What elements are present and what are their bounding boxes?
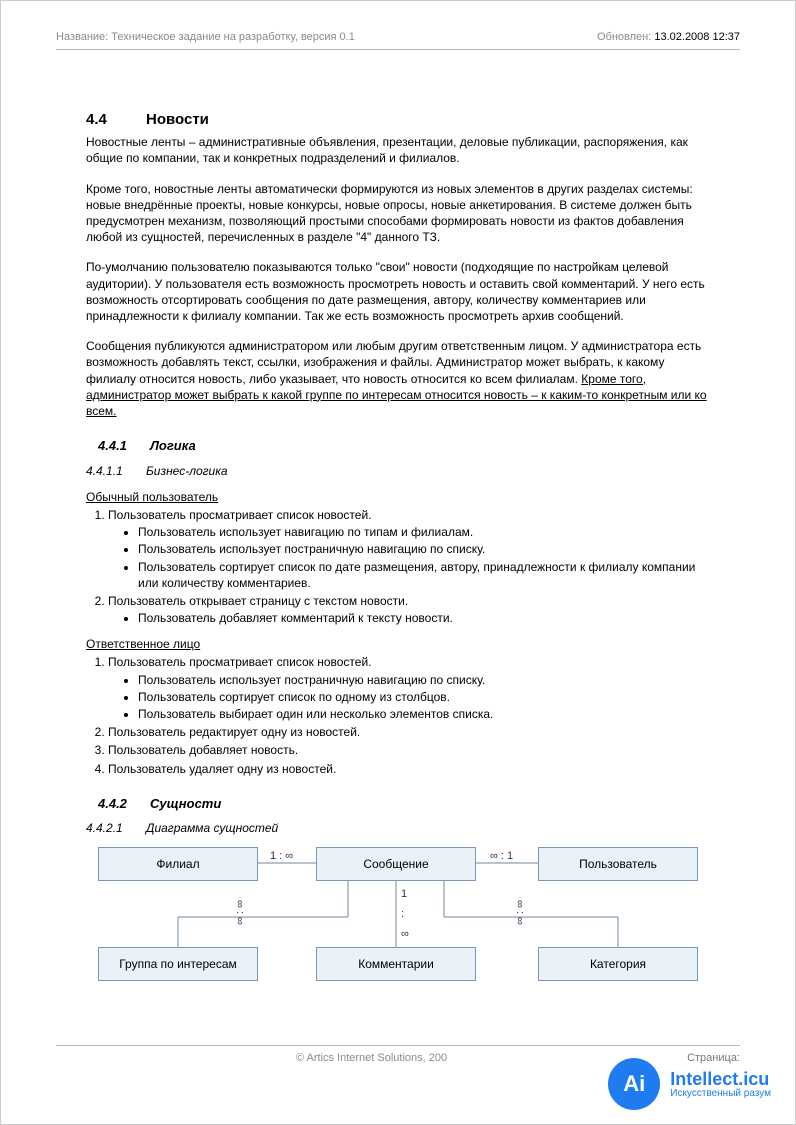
list-item: Пользователь просматривает список новост… (108, 654, 710, 722)
list-item: Пользователь редактирует одну из новосте… (108, 724, 710, 740)
list-item: Пользователь удаляет одну из новостей. (108, 761, 710, 777)
subsection-logic-title: Логика (150, 438, 196, 453)
subsubsection-diag-number: 4.4.2.1 (86, 820, 146, 836)
section-para-4: Сообщения публикуются администратором ил… (86, 338, 710, 419)
subsubsection-bl-title: Бизнес-логика (146, 464, 228, 478)
cardinality-message-category: ∞ : ∞ (513, 900, 528, 925)
list-item: Пользователь использует навигацию по тип… (138, 524, 710, 540)
list-item: Пользователь открывает страницу с тексто… (108, 593, 710, 626)
section-para-3: По-умолчанию пользователю показываются т… (86, 259, 710, 324)
watermark-logo: Ai Intellect.icu Искусственный разум (608, 1058, 771, 1110)
cardinality-message-comments-top: 1 (401, 887, 407, 902)
list-item: Пользователь использует постраничную нав… (138, 672, 710, 688)
page-header: Название: Техническое задание на разрабо… (56, 31, 740, 50)
document-body: 4.4Новости Новостные ленты – администрат… (56, 110, 740, 997)
cardinality-filial-message: 1 : ∞ (270, 849, 293, 864)
list-item: Пользователь просматривает список новост… (108, 507, 710, 591)
subsubsection-diag-title: Диаграмма сущностей (146, 821, 278, 835)
cardinality-message-comments-bot: ∞ (401, 927, 409, 942)
entity-box-filial: Филиал (98, 847, 258, 881)
list-item: Пользователь выбирает один или несколько… (138, 706, 710, 722)
entity-box-message: Сообщение (316, 847, 476, 881)
subsection-entities-heading: 4.4.2Сущности (98, 795, 710, 813)
entity-box-category: Категория (538, 947, 698, 981)
header-title-value: Техническое задание на разработку, верси… (111, 31, 355, 43)
list-item: Пользователь добавляет новость. (108, 742, 710, 758)
subsection-logic-heading: 4.4.1Логика (98, 437, 710, 455)
section-heading: 4.4Новости (86, 110, 710, 130)
list-item: Пользователь добавляет комментарий к тек… (138, 610, 710, 626)
watermark-line2: Искусственный разум (670, 1088, 771, 1099)
header-updated-label: Обновлен: (597, 31, 651, 43)
subsection-entities-title: Сущности (150, 796, 221, 811)
cardinality-message-group: ∞ : ∞ (233, 900, 248, 925)
section-number: 4.4 (86, 110, 146, 130)
subsection-logic-number: 4.4.1 (98, 437, 150, 455)
list-item: Пользователь сортирует список по одному … (138, 689, 710, 705)
entity-diagram: Филиал Сообщение Пользователь Группа по … (98, 847, 698, 997)
section-title: Новости (146, 111, 209, 128)
header-updated-value: 13.02.2008 12:37 (654, 31, 740, 43)
list-item: Пользователь использует постраничную нав… (138, 541, 710, 557)
watermark-icon: Ai (608, 1058, 660, 1110)
entity-box-group: Группа по интересам (98, 947, 258, 981)
entity-box-user: Пользователь (538, 847, 698, 881)
user-steps-list: Пользователь просматривает список новост… (86, 507, 710, 626)
role-user-heading: Обычный пользователь (86, 489, 710, 505)
role-admin-heading: Ответственное лицо (86, 636, 710, 652)
admin-steps-list: Пользователь просматривает список новост… (86, 654, 710, 776)
subsubsection-diag-heading: 4.4.2.1Диаграмма сущностей (86, 820, 710, 836)
subsubsection-bl-number: 4.4.1.1 (86, 463, 146, 479)
subsection-entities-number: 4.4.2 (98, 795, 150, 813)
footer-copyright: © Artics Internet Solutions, 200 (56, 1052, 687, 1064)
cardinality-message-user: ∞ : 1 (490, 849, 513, 864)
section-para-2: Кроме того, новостные ленты автоматическ… (86, 181, 710, 246)
subsubsection-bl-heading: 4.4.1.1Бизнес-логика (86, 463, 710, 479)
list-item: Пользователь сортирует список по дате ра… (138, 559, 710, 591)
section-para-1: Новостные ленты – административные объяв… (86, 134, 710, 166)
cardinality-mc-colon: : (401, 907, 404, 922)
watermark-line1: Intellect.icu (670, 1070, 771, 1088)
entity-box-comments: Комментарии (316, 947, 476, 981)
header-title-label: Название: (56, 31, 108, 43)
